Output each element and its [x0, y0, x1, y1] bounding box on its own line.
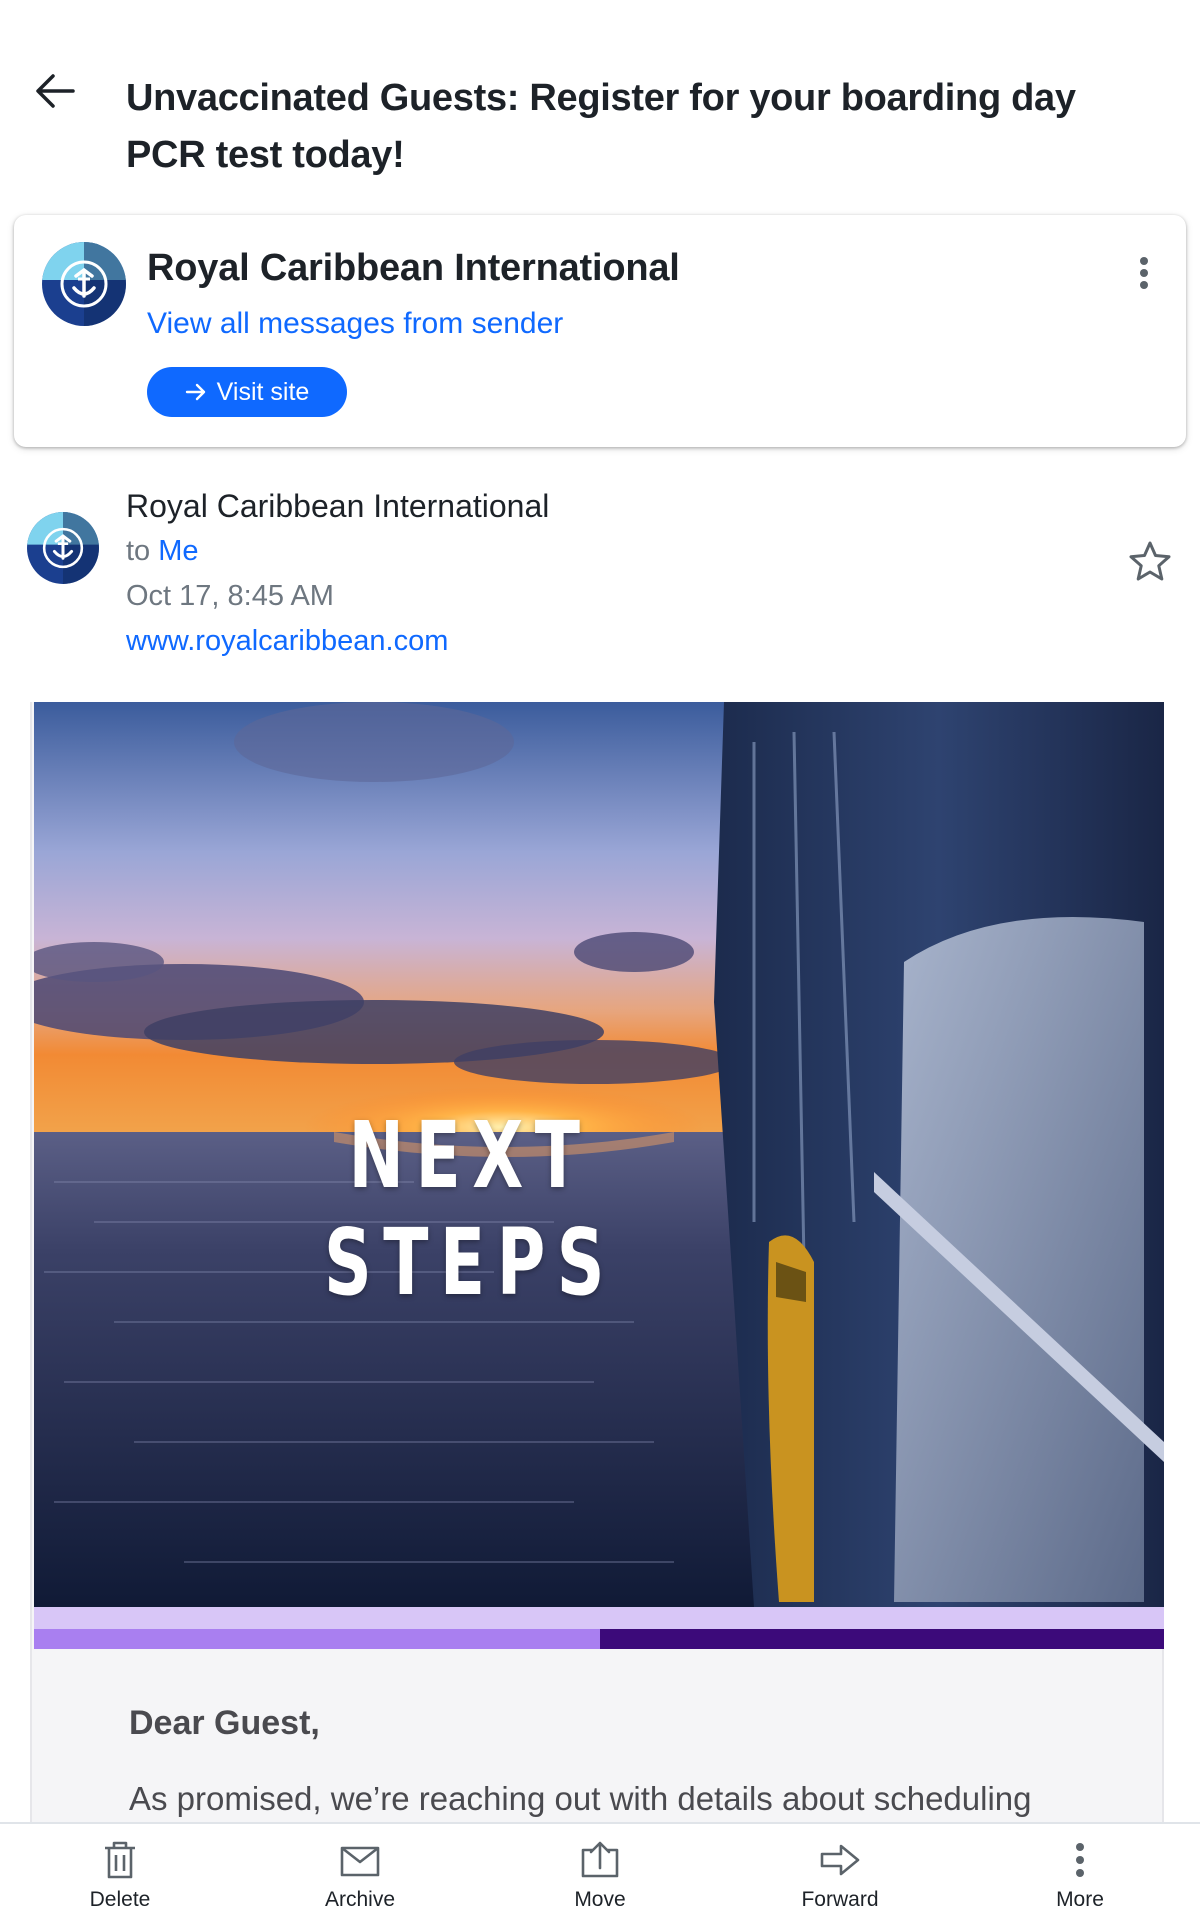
forward-button[interactable]: Forward: [720, 1824, 960, 1920]
move-button[interactable]: Move: [480, 1824, 720, 1920]
to-prefix: to: [126, 535, 151, 567]
arrow-left-icon: [36, 74, 75, 108]
back-button[interactable]: [30, 66, 80, 116]
email-subject: Unvaccinated Guests: Register for your b…: [126, 77, 1076, 176]
view-all-messages-link[interactable]: View all messages from sender: [147, 307, 563, 341]
body-paragraph: As promised, we’re reaching out with det…: [129, 1780, 1032, 1817]
star-icon[interactable]: [1126, 538, 1174, 586]
visit-site-label: Visit site: [216, 377, 310, 406]
trash-icon: [105, 1841, 135, 1879]
bottom-action-bar: Delete Archive Move Forward More: [0, 1822, 1200, 1920]
forward-label: Forward: [801, 1888, 879, 1911]
recipient-me-link[interactable]: Me: [158, 535, 198, 567]
sender-website-link[interactable]: www.royalcaribbean.com: [126, 625, 448, 658]
sender-name: Royal Caribbean International: [147, 247, 680, 289]
greeting: Dear Guest,: [129, 1704, 320, 1742]
accent-band: [34, 1607, 1164, 1649]
message-date: Oct 17, 8:45 AM: [126, 580, 334, 612]
from-name: Royal Caribbean International: [126, 488, 550, 524]
email-body: NEXT STEPS Dear Guest, As promised, we’r…: [30, 702, 1164, 1822]
archive-label: Archive: [324, 1888, 396, 1911]
sender-avatar[interactable]: [27, 512, 99, 584]
delete-label: Delete: [89, 1888, 151, 1911]
visit-site-button[interactable]: Visit site: [147, 367, 347, 417]
move-icon: [581, 1841, 619, 1878]
message-meta: Royal Caribbean International to Me Oct …: [0, 480, 1200, 670]
more-button[interactable]: More: [960, 1824, 1200, 1920]
recipient-line: to Me: [126, 535, 199, 568]
hero-image: NEXT STEPS: [34, 702, 1164, 1607]
more-vertical-icon: [1076, 1843, 1084, 1877]
archive-button[interactable]: Archive: [240, 1824, 480, 1920]
arrow-right-icon: [185, 383, 205, 401]
hero-heading: NEXT STEPS: [323, 1102, 617, 1316]
sender-logo-avatar: [42, 242, 126, 326]
more-label: More: [1056, 1888, 1104, 1911]
delete-button[interactable]: Delete: [0, 1824, 240, 1920]
archive-icon: [340, 1846, 380, 1877]
move-label: Move: [574, 1888, 626, 1911]
sender-card: Royal Caribbean International View all m…: [14, 215, 1186, 447]
email-header: Unvaccinated Guests: Register for your b…: [0, 0, 1200, 210]
forward-icon: [820, 1844, 860, 1876]
more-vertical-icon[interactable]: [1132, 253, 1156, 293]
